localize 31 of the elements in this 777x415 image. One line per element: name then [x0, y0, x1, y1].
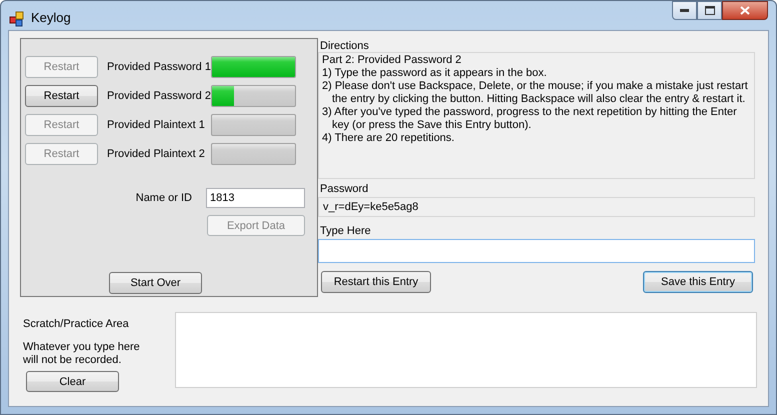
restart-button[interactable]: Restart [25, 85, 98, 107]
save-entry-button[interactable]: Save this Entry [643, 271, 753, 293]
clear-button[interactable]: Clear [26, 371, 119, 392]
progress-label: Provided Password 1 [106, 61, 211, 73]
password-label: Password [319, 183, 370, 195]
directions-label: Directions [319, 40, 370, 52]
start-over-button[interactable]: Start Over [109, 272, 202, 294]
scratch-title: Scratch/Practice Area [23, 318, 130, 330]
maximize-icon [704, 6, 714, 15]
directions-title: Part 2: Provided Password 2 [322, 54, 462, 67]
app-icon [9, 11, 25, 27]
direction-step: 3) After you've typed the password, progress to the next repetition by hitting the Enter key (or press the Save this Entry button). [322, 106, 751, 132]
direction-step: 1) Type the password as it appears in the box. [322, 67, 751, 80]
window-title: Keylog [31, 10, 71, 25]
direction-step: 4) There are 20 repetitions. [322, 132, 751, 145]
minimize-icon [680, 9, 689, 12]
scratch-note: Whatever you type here will not be recorded. [23, 341, 141, 367]
close-button[interactable] [722, 1, 768, 20]
name-field[interactable]: 1813 [206, 188, 305, 208]
minimize-button[interactable] [672, 1, 697, 20]
close-icon [740, 6, 750, 15]
progress-label: Provided Plaintext 2 [106, 148, 206, 160]
name-label: Name or ID [136, 192, 192, 204]
direction-step: 2) Please don't use Backspace, Delete, or the mouse; if you make a mistake just restart the entry by clicking the button. Hitting Backspace will also clear the entry & restart it. [322, 80, 751, 106]
type-here-label: Type Here [319, 225, 372, 237]
progress-label: Provided Password 2 [106, 90, 211, 102]
progress-label: Provided Plaintext 1 [106, 119, 206, 131]
restart-entry-button[interactable]: Restart this Entry [321, 271, 431, 293]
password-field: v_r=dEy=ke5e5ag8 [318, 197, 755, 217]
maximize-button[interactable] [697, 1, 722, 20]
type-here-field[interactable] [318, 239, 755, 263]
